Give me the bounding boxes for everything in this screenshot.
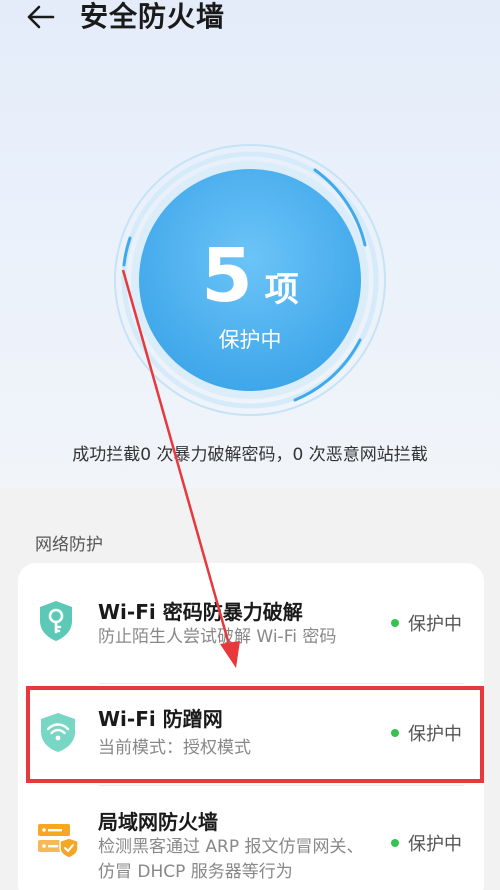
item-desc: 防止陌生人尝试破解 Wi-Fi 密码 <box>98 627 337 647</box>
protection-count: 5 <box>201 233 253 319</box>
item-title: 局域网防火墙 <box>98 810 218 834</box>
item-status: 保护中 <box>391 720 462 746</box>
status-dot-icon <box>391 729 399 737</box>
status-dot-icon <box>391 839 399 847</box>
back-arrow-icon <box>27 5 55 29</box>
intercept-stats: 成功拦截0 次暴力破解密码，0 次恶意网站拦截 <box>72 445 428 465</box>
list-item-wifi-anti-leech[interactable]: Wi-Fi 防蹭网 当前模式：授权模式 保护中 <box>18 684 484 785</box>
page-title: 安全防火墙 <box>80 0 226 33</box>
protection-summary: 5 项 保护中 <box>140 185 360 405</box>
item-desc: 检测黑客通过 ARP 报文仿冒网关、仿冒 DHCP 服务器等行为 <box>98 837 364 882</box>
protection-status: 保护中 <box>218 328 282 352</box>
status-dot-icon <box>391 619 399 627</box>
section-title-network: 网络防护 <box>35 535 103 555</box>
network-protection-card: Wi-Fi 密码防暴力破解 防止陌生人尝试破解 Wi-Fi 密码 保护中 Wi-… <box>18 563 484 890</box>
list-item-wifi-password[interactable]: Wi-Fi 密码防暴力破解 防止陌生人尝试破解 Wi-Fi 密码 保护中 <box>18 563 484 683</box>
protection-unit: 项 <box>264 270 299 310</box>
list-item-lan-firewall[interactable]: 局域网防火墙 检测黑客通过 ARP 报文仿冒网关、仿冒 DHCP 服务器等行为 … <box>18 786 484 890</box>
item-desc: 当前模式：授权模式 <box>98 738 251 758</box>
firewall-icon <box>38 824 79 859</box>
status-label: 保护中 <box>408 724 462 745</box>
item-status: 保护中 <box>391 830 462 856</box>
back-button[interactable] <box>20 0 60 34</box>
status-label: 保护中 <box>408 834 462 855</box>
item-title: Wi-Fi 密码防暴力破解 <box>98 600 303 624</box>
item-status: 保护中 <box>391 610 462 636</box>
header: 安全防火墙 <box>0 0 500 44</box>
status-label: 保护中 <box>408 614 462 635</box>
item-title: Wi-Fi 防蹭网 <box>98 707 223 731</box>
wifi-shield-icon <box>41 713 75 752</box>
key-shield-icon <box>40 601 72 641</box>
